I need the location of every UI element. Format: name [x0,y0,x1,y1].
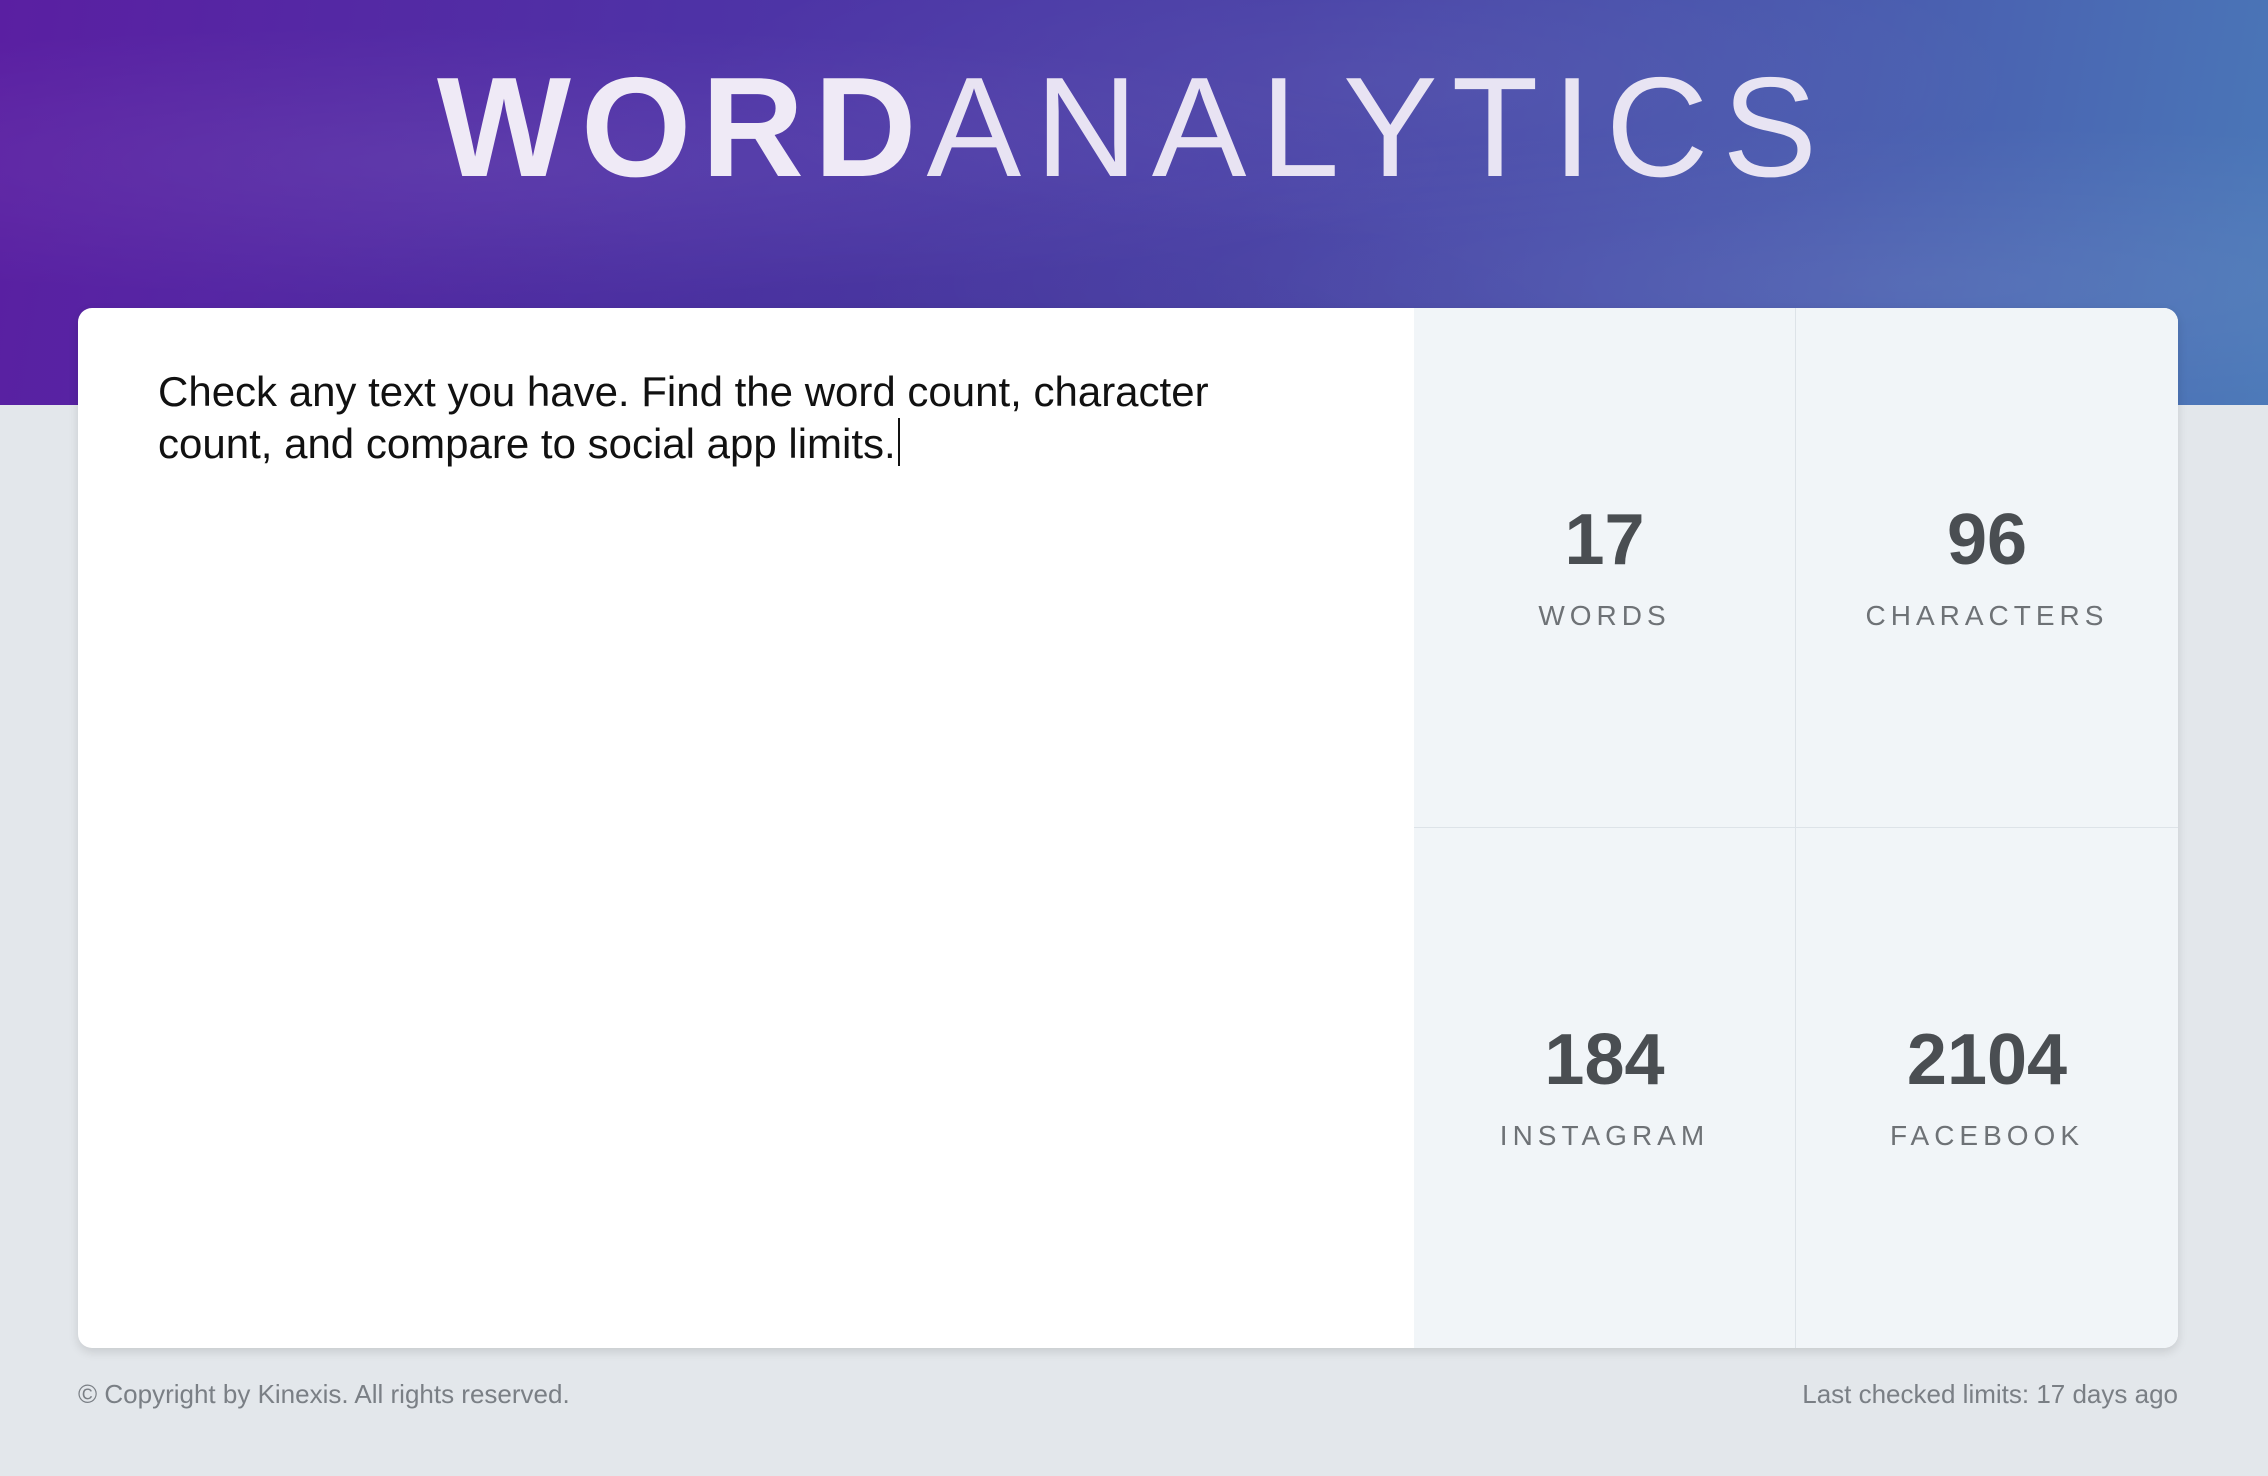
stat-words-label: WORDS [1538,600,1671,631]
footer-copyright: © Copyright by Kinexis. All rights reser… [78,1379,570,1409]
stat-instagram: 184 INSTAGRAM [1414,828,1796,1348]
stat-facebook: 2104 FACEBOOK [1796,828,2178,1348]
stat-characters: 96 CHARACTERS [1796,308,2178,828]
stat-facebook-value: 2104 [1906,1020,2068,1100]
stats-panel: 17 WORDS 96 CHARACTERS 184 INSTAGRAM 210… [1414,308,2178,1348]
stat-instagram-value: 184 [1544,1020,1665,1100]
stat-words: 17 WORDS [1414,308,1796,828]
text-input-content[interactable]: Check any text you have. Find the word c… [158,368,1209,467]
stat-facebook-label: FACEBOOK [1889,1120,2085,1151]
stat-instagram-label: INSTAGRAM [1499,1120,1710,1151]
app-logo: WORDANALYTICS [0,48,2268,208]
stat-characters-label: CHARACTERS [1865,600,2109,631]
text-input-area[interactable]: Check any text you have. Find the word c… [78,308,1414,1348]
text-caret [897,418,900,466]
logo-word: WORD [436,48,927,207]
main-card: Check any text you have. Find the word c… [78,308,2178,1348]
logo-analytics: ANALYTICS [926,48,1832,207]
footer-last-checked: Last checked limits: 17 days ago [1802,1379,2178,1409]
stat-words-value: 17 [1564,500,1645,580]
stat-characters-value: 96 [1946,500,2028,580]
